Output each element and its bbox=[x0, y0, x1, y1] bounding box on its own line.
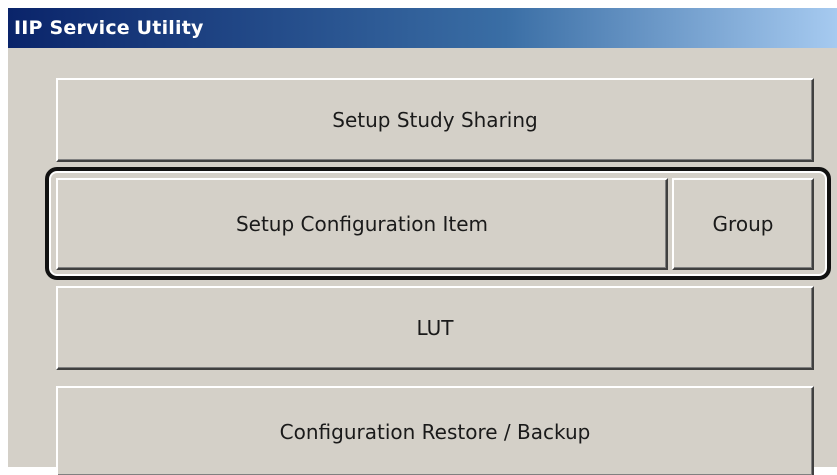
group-button[interactable]: Group bbox=[672, 178, 814, 270]
lut-button[interactable]: LUT bbox=[56, 286, 814, 370]
window-title: IIP Service Utility bbox=[14, 17, 204, 39]
service-utility-window: IIP Service Utility Setup Study Sharing … bbox=[6, 6, 837, 475]
configuration-restore-backup-button[interactable]: Configuration Restore / Backup bbox=[56, 386, 814, 475]
setup-configuration-item-button[interactable]: Setup Configuration Item bbox=[56, 178, 668, 270]
title-bar[interactable]: IIP Service Utility bbox=[8, 8, 837, 48]
setup-study-sharing-button[interactable]: Setup Study Sharing bbox=[56, 78, 814, 162]
